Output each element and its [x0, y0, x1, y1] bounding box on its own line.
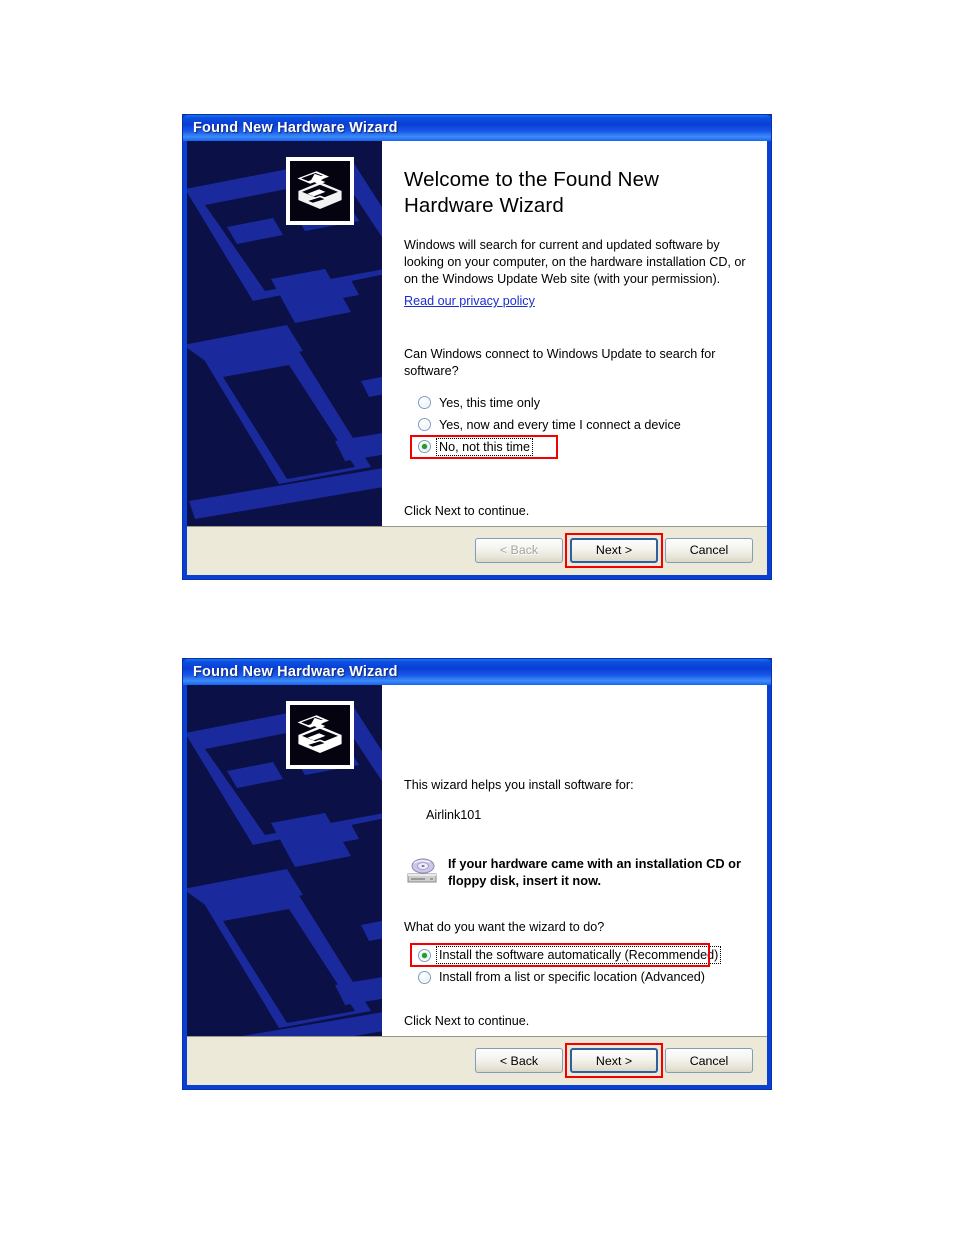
radio-label: No, not this time	[436, 437, 533, 456]
question-text-2: What do you want the wizard to do?	[404, 920, 605, 935]
found-new-hardware-wizard-window-2: Found New Hardware Wizard This wizard he…	[182, 658, 772, 1090]
radio-indicator-icon	[418, 440, 431, 454]
cancel-button[interactable]: Cancel	[665, 1048, 753, 1073]
wizard-banner-1	[187, 141, 382, 526]
back-button[interactable]: < Back	[475, 1048, 563, 1073]
device-name-label: Airlink101	[426, 807, 482, 822]
dialog-content-1: Welcome to the Found New Hardware Wizard…	[382, 141, 767, 526]
document-page: Found New Hardware Wizard Welcome to the…	[0, 0, 954, 1235]
next-button[interactable]: Next >	[570, 1048, 658, 1073]
button-bar-2: < Back Next > Cancel	[187, 1036, 767, 1085]
window-title: Found New Hardware Wizard	[193, 664, 398, 680]
radio-option-yes-this-time-only[interactable]: Yes, this time only	[418, 392, 749, 414]
closing-text-1: Click Next to continue.	[404, 503, 530, 518]
installation-cd-note: If your hardware came with an installati…	[406, 856, 749, 889]
button-bar-1: < Back Next > Cancel	[187, 525, 767, 575]
titlebar-1: Found New Hardware Wizard	[183, 115, 771, 141]
radio-label: Install the software automatically (Reco…	[435, 946, 722, 964]
back-button[interactable]: < Back	[475, 537, 563, 563]
dialog-body-2: This wizard helps you install software f…	[187, 685, 767, 1036]
cd-drive-icon	[406, 856, 440, 886]
radio-label: Install from a list or specific location…	[439, 970, 705, 984]
cd-note-text: If your hardware came with an installati…	[448, 855, 741, 888]
radio-option-yes-every-time[interactable]: Yes, now and every time I connect a devi…	[418, 414, 749, 436]
radio-indicator-icon	[418, 948, 431, 962]
hardware-device-glyph-icon	[297, 715, 342, 753]
radio-group-2: Install the software automatically (Reco…	[410, 943, 749, 988]
found-new-hardware-wizard-window-1: Found New Hardware Wizard Welcome to the…	[182, 114, 772, 580]
next-button-wrapper: Next >	[565, 532, 663, 568]
hardware-device-icon	[286, 701, 354, 769]
radio-indicator-icon	[418, 970, 431, 984]
privacy-policy-link[interactable]: Read our privacy policy	[404, 294, 535, 308]
intro-paragraph-1: Windows will search for current and upda…	[404, 238, 746, 287]
radio-indicator-icon	[418, 418, 431, 432]
page-title-1: Welcome to the Found New Hardware Wizard	[404, 168, 659, 218]
dialog-content-2: This wizard helps you install software f…	[382, 685, 767, 1036]
hardware-device-glyph-icon	[297, 171, 342, 209]
next-button-wrapper: Next >	[565, 1043, 663, 1078]
radio-option-install-from-list[interactable]: Install from a list or specific location…	[418, 966, 749, 988]
wizard-banner-2	[187, 685, 382, 1036]
radio-label: Yes, this time only	[439, 395, 541, 410]
titlebar-2: Found New Hardware Wizard	[183, 659, 771, 685]
cancel-button[interactable]: Cancel	[665, 537, 753, 563]
radio-group-1: Yes, this time only Yes, now and every t…	[410, 392, 749, 459]
radio-option-install-automatically[interactable]: Install the software automatically (Reco…	[410, 943, 749, 967]
radio-option-no-not-this-time[interactable]: No, not this time	[410, 434, 749, 459]
hardware-device-icon	[286, 157, 354, 225]
next-button[interactable]: Next >	[570, 537, 658, 563]
radio-label: Yes, now and every time I connect a devi…	[439, 417, 681, 432]
intro-text-2: This wizard helps you install software f…	[404, 778, 634, 792]
closing-text-2: Click Next to continue.	[404, 1014, 530, 1028]
dialog-body-1: Welcome to the Found New Hardware Wizard…	[187, 141, 767, 526]
window-title: Found New Hardware Wizard	[193, 120, 398, 136]
radio-indicator-icon	[418, 396, 431, 410]
question-text-1: Can Windows connect to Windows Update to…	[404, 347, 716, 378]
